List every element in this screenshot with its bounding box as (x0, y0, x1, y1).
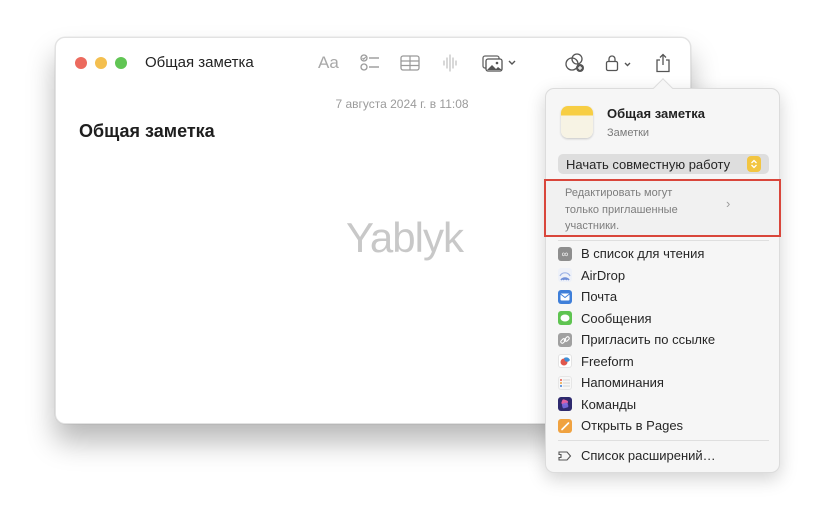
close-button[interactable] (75, 57, 87, 69)
share-option-label: Freeform (581, 353, 634, 369)
share-icon[interactable] (655, 52, 671, 74)
pages-icon (558, 418, 572, 433)
reminders-icon (558, 375, 572, 390)
chevron-right-icon: › (726, 196, 731, 211)
share-item-subtitle: Заметки (607, 127, 650, 139)
messages-icon (558, 311, 572, 326)
media-icon[interactable] (482, 52, 518, 74)
window-title: Общая заметка (145, 54, 254, 71)
share-options-list: ∞ В список для чтения AirDrop Почта Сооб… (558, 243, 773, 437)
collaborate-icon[interactable] (564, 52, 586, 74)
share-popover: Общая заметка Заметки Начать совместную … (544, 78, 781, 473)
shortcuts-icon (558, 397, 572, 412)
format-text-icon[interactable]: Aa (318, 52, 339, 74)
share-option-reminders[interactable]: Напоминания (558, 372, 773, 394)
collaboration-select-value: Начать совместную работу (566, 156, 731, 172)
share-option-label: Команды (581, 396, 637, 412)
permission-setting[interactable]: Редактировать могут только приглашенные … (544, 179, 781, 237)
reading-list-icon: ∞ (558, 246, 572, 261)
watermark: Yablyk (346, 214, 464, 261)
zoom-button[interactable] (115, 57, 127, 69)
share-option-label: В список для чтения (581, 246, 705, 262)
airdrop-icon (558, 268, 572, 283)
window-controls (75, 57, 127, 69)
share-option-label: AirDrop (581, 267, 626, 283)
share-option-label: Открыть в Pages (581, 418, 684, 434)
note-title[interactable]: Общая заметка (79, 121, 215, 142)
minimize-button[interactable] (95, 57, 107, 69)
share-option-messages[interactable]: Сообщения (558, 308, 773, 330)
share-option-label: Сообщения (581, 310, 652, 326)
select-stepper-icon (747, 156, 761, 172)
mail-icon (558, 289, 572, 304)
extensions-label: Список расширений… (581, 448, 716, 463)
format-label: Aa (318, 53, 339, 72)
link-icon (558, 332, 572, 347)
checklist-icon[interactable] (360, 52, 380, 74)
extensions-list-item[interactable]: Список расширений… (558, 448, 716, 463)
share-option-freeform[interactable]: Freeform (558, 351, 773, 373)
divider (558, 240, 769, 241)
share-option-mail[interactable]: Почта (558, 286, 773, 308)
collaboration-select[interactable]: Начать совместную работу (558, 154, 769, 174)
share-option-label: Пригласить по ссылке (581, 332, 716, 348)
share-option-pages[interactable]: Открыть в Pages (558, 415, 773, 437)
lock-icon[interactable] (605, 52, 635, 74)
freeform-icon (558, 354, 572, 369)
table-icon[interactable] (400, 52, 420, 74)
extensions-icon (558, 450, 572, 462)
audio-waveform-icon[interactable] (442, 52, 458, 74)
share-item-title: Общая заметка (607, 106, 705, 121)
share-option-reading-list[interactable]: ∞ В список для чтения (558, 243, 773, 265)
share-option-shortcuts[interactable]: Команды (558, 394, 773, 416)
notes-app-icon (561, 106, 593, 138)
share-option-invite-link[interactable]: Пригласить по ссылке (558, 329, 773, 351)
divider (558, 440, 769, 441)
share-option-airdrop[interactable]: AirDrop (558, 265, 773, 287)
share-option-label: Напоминания (581, 375, 664, 391)
permission-text: Редактировать могут только приглашенные … (565, 187, 678, 232)
share-option-label: Почта (581, 289, 618, 305)
